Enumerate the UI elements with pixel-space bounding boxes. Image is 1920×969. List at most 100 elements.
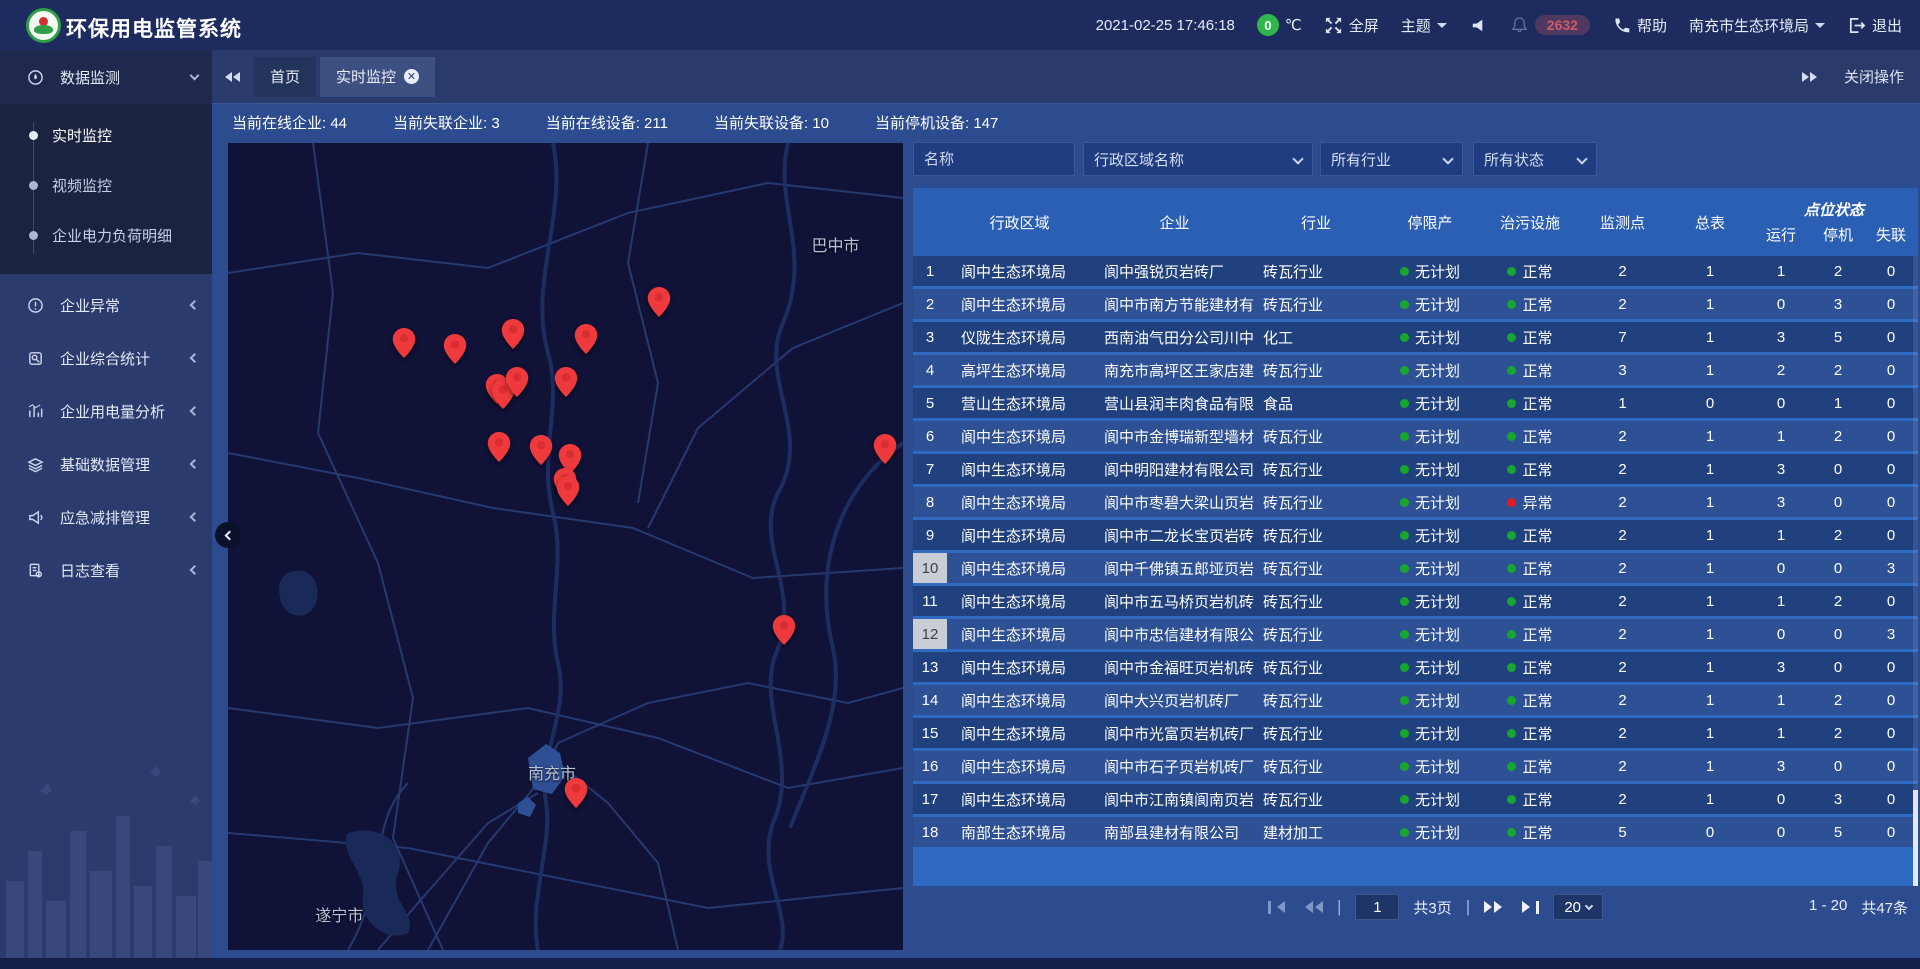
sidebar-item-1[interactable]: 企业异常 xyxy=(0,283,212,327)
table-row-7[interactable]: 7阆中生态环境局阆中明阳建材有限公司砖瓦行业无计划正常21300 xyxy=(913,454,1918,487)
industry-cell: 建材加工 xyxy=(1257,817,1375,847)
sidebar-subitem-label: 实时监控 xyxy=(52,125,112,146)
table-row-16[interactable]: 16阆中生态环境局阆中市石子页岩机砖厂砖瓦行业无计划正常21300 xyxy=(913,751,1918,784)
tab-close-icon[interactable]: ✕ xyxy=(404,69,419,84)
table-row-1[interactable]: 1阆中生态环境局阆中强锐页岩砖厂砖瓦行业无计划正常21120 xyxy=(913,256,1918,289)
meters-cell: 0 xyxy=(1670,817,1750,847)
facility-status-cell: 正常 xyxy=(1485,553,1575,583)
table-row-11[interactable]: 11阆中生态环境局阆中市五马桥页岩机砖砖瓦行业无计划正常21120 xyxy=(913,586,1918,619)
fullscreen-button[interactable]: 全屏 xyxy=(1324,15,1379,36)
table-row-18[interactable]: 18南部生态环境局南部县建材有限公司建材加工无计划正常50050 xyxy=(913,817,1918,850)
status-dot-icon xyxy=(1507,267,1516,276)
table-row-8[interactable]: 8阆中生态环境局阆中市枣碧大梁山页岩砖瓦行业无计划异常21300 xyxy=(913,487,1918,520)
points-cell: 2 xyxy=(1575,289,1670,319)
tab-1[interactable]: 实时监控 ✕ xyxy=(320,57,435,97)
notification-widget[interactable]: 2632 xyxy=(1510,15,1590,35)
sidebar-item-5[interactable]: 应急减排管理 xyxy=(0,495,212,539)
table-row-14[interactable]: 14阆中生态环境局阆中大兴页岩机砖厂砖瓦行业无计划正常21120 xyxy=(913,685,1918,718)
sidebar-item-4[interactable]: 基础数据管理 xyxy=(0,442,212,486)
temperature-value: 0 xyxy=(1257,14,1279,36)
status-filter-select[interactable]: 所有状态 xyxy=(1473,142,1597,176)
first-page-button[interactable] xyxy=(1268,901,1285,914)
sidebar-subitem-0[interactable]: 实时监控 xyxy=(0,110,212,160)
stop-cell: 2 xyxy=(1812,685,1864,715)
industry-cell: 食品 xyxy=(1257,388,1375,418)
production-status-cell: 无计划 xyxy=(1375,553,1485,583)
megaphone-icon xyxy=(27,509,44,526)
map-pin-4[interactable] xyxy=(648,287,671,317)
map-pin-8[interactable] xyxy=(554,367,577,397)
table-row-12[interactable]: 12阆中生态环境局阆中市忠信建材有限公砖瓦行业无计划正常21003 xyxy=(913,619,1918,652)
name-filter-input[interactable] xyxy=(913,142,1075,176)
stop-cell: 2 xyxy=(1812,520,1864,550)
row-index-cell: 14 xyxy=(913,685,947,715)
production-status-cell: 无计划 xyxy=(1375,619,1485,649)
table-row-13[interactable]: 13阆中生态环境局阆中市金福旺页岩机砖砖瓦行业无计划正常21300 xyxy=(913,652,1918,685)
last-page-button[interactable] xyxy=(1522,901,1539,914)
sidebar-item-2[interactable]: 企业综合统计 xyxy=(0,336,212,380)
status-dot-icon xyxy=(1507,663,1516,672)
industry-cell: 砖瓦行业 xyxy=(1257,619,1375,649)
tab-label: 实时监控 xyxy=(336,66,396,87)
mute-button[interactable] xyxy=(1469,16,1488,35)
table-row-2[interactable]: 2阆中生态环境局阆中市南方节能建材有砖瓦行业无计划正常21030 xyxy=(913,289,1918,322)
table-row-15[interactable]: 15阆中生态环境局阆中市光富页岩机砖厂砖瓦行业无计划正常21120 xyxy=(913,718,1918,751)
table-row-9[interactable]: 9阆中生态环境局阆中市二龙长宝页岩砖砖瓦行业无计划正常21120 xyxy=(913,520,1918,553)
sidebar-item-0[interactable]: 数据监测 xyxy=(0,50,212,104)
map-pin-14[interactable] xyxy=(873,434,896,464)
production-status-cell: 无计划 xyxy=(1375,784,1485,814)
status-dot-icon xyxy=(1400,729,1409,738)
tab-0[interactable]: 首页 xyxy=(254,57,316,97)
map-pin-0[interactable] xyxy=(392,328,415,358)
tabs-scroll-right-button[interactable] xyxy=(1802,72,1818,82)
chevron-left-icon xyxy=(190,300,200,310)
map-pin-10[interactable] xyxy=(529,435,552,465)
table-row-3[interactable]: 3仪陇生态环境局西南油气田分公司川中化工无计划正常71350 xyxy=(913,322,1918,355)
status-dot-icon xyxy=(1507,696,1516,705)
company-cell: 南部县建材有限公司 xyxy=(1092,817,1257,847)
facility-status-cell: 正常 xyxy=(1485,355,1575,385)
table-row-5[interactable]: 5营山生态环境局营山县润丰肉食品有限食品无计划正常10010 xyxy=(913,388,1918,421)
map-pin-9[interactable] xyxy=(487,432,510,462)
bell-icon xyxy=(1510,16,1529,35)
industry-cell: 砖瓦行业 xyxy=(1257,289,1375,319)
map-pin-3[interactable] xyxy=(574,324,597,354)
production-status-cell: 无计划 xyxy=(1375,256,1485,286)
meters-cell: 1 xyxy=(1670,454,1750,484)
map-panel[interactable]: 巴中市南充市遂宁市 xyxy=(228,143,903,950)
logout-button[interactable]: 退出 xyxy=(1847,15,1902,36)
table-row-6[interactable]: 6阆中生态环境局阆中市金博瑞新型墙材砖瓦行业无计划正常21120 xyxy=(913,421,1918,454)
next-page-button[interactable] xyxy=(1484,901,1508,913)
map-pin-1[interactable] xyxy=(444,334,467,364)
sidebar-subitem-1[interactable]: 视频监控 xyxy=(0,160,212,210)
table-scrollbar-thumb[interactable] xyxy=(1913,790,1918,886)
help-button[interactable]: 帮助 xyxy=(1612,15,1667,36)
region-filter-select[interactable]: 行政区域名称 xyxy=(1083,142,1313,176)
log-icon xyxy=(27,562,44,579)
theme-button[interactable]: 主题 xyxy=(1401,15,1447,36)
sidebar-subitem-2[interactable]: 企业电力负荷明细 xyxy=(0,210,212,260)
sidebar-item-3[interactable]: 企业用电量分析 xyxy=(0,389,212,433)
table-row-10[interactable]: 10阆中生态环境局阆中千佛镇五郎垭页岩砖瓦行业无计划正常21003 xyxy=(913,553,1918,586)
points-cell: 2 xyxy=(1575,421,1670,451)
stop-cell: 3 xyxy=(1812,784,1864,814)
table-row-17[interactable]: 17阆中生态环境局阆中市江南镇阆南页岩砖瓦行业无计划正常21030 xyxy=(913,784,1918,817)
map-collapse-button[interactable] xyxy=(215,522,241,548)
stop-cell: 2 xyxy=(1812,355,1864,385)
map-pin-13[interactable] xyxy=(557,476,580,506)
prev-page-button[interactable] xyxy=(1299,901,1323,913)
page-size-select[interactable]: 20 xyxy=(1553,894,1603,920)
facility-status-cell: 正常 xyxy=(1485,421,1575,451)
industry-filter-select[interactable]: 所有行业 xyxy=(1320,142,1463,176)
tabs-scroll-left-button[interactable] xyxy=(224,72,240,82)
table-row-4[interactable]: 4高坪生态环境局南充市高坪区王家店建砖瓦行业无计划正常31220 xyxy=(913,355,1918,388)
sidebar-item-6[interactable]: 日志查看 xyxy=(0,548,212,592)
page-number-input[interactable]: 1 xyxy=(1355,894,1399,920)
org-menu-button[interactable]: 南充市生态环境局 xyxy=(1689,15,1825,36)
map-pin-16[interactable] xyxy=(565,778,588,808)
close-operations-button[interactable]: 关闭操作 xyxy=(1844,66,1904,87)
map-pin-2[interactable] xyxy=(501,319,524,349)
map-pin-15[interactable] xyxy=(773,615,796,645)
status-dot-icon xyxy=(1400,531,1409,540)
map-pin-7[interactable] xyxy=(505,367,528,397)
